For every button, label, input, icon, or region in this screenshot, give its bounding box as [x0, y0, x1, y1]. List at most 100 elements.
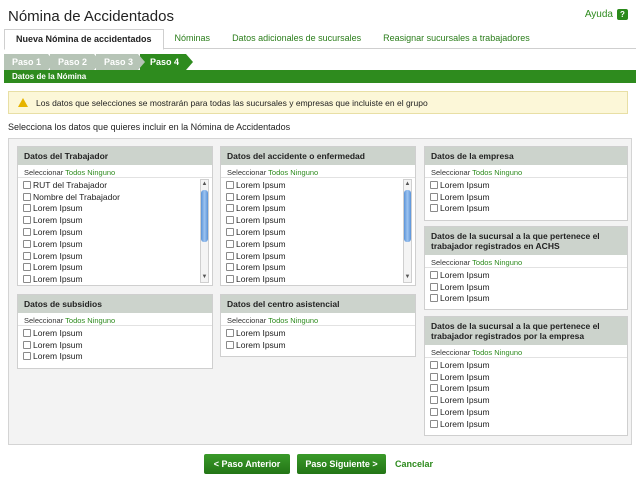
- scroll-up-icon[interactable]: ▲: [201, 180, 208, 189]
- checkbox-item[interactable]: Lorem Ipsum: [226, 273, 415, 285]
- checkbox[interactable]: [23, 192, 31, 201]
- checkbox-item[interactable]: Lorem Ipsum: [23, 238, 212, 250]
- checkbox-item[interactable]: Lorem Ipsum: [23, 327, 212, 339]
- select-none-link[interactable]: Ninguno: [87, 316, 115, 325]
- checkbox-item[interactable]: Lorem Ipsum: [23, 273, 212, 285]
- checkbox[interactable]: [23, 239, 31, 248]
- checkbox-item[interactable]: Lorem Ipsum: [23, 351, 212, 363]
- checkbox-item[interactable]: Lorem Ipsum: [226, 191, 415, 203]
- checkbox[interactable]: [23, 251, 31, 260]
- select-all-link[interactable]: Todos: [472, 168, 492, 177]
- scroll-thumb[interactable]: [201, 190, 208, 242]
- checkbox[interactable]: [226, 204, 234, 213]
- checkbox[interactable]: [430, 384, 438, 393]
- step-2[interactable]: Paso 2: [50, 54, 101, 70]
- checkbox[interactable]: [23, 228, 31, 237]
- checkbox-item[interactable]: Lorem Ipsum: [226, 327, 415, 339]
- checkbox[interactable]: [226, 328, 234, 337]
- checkbox-item[interactable]: Lorem Ipsum: [226, 238, 415, 250]
- checkbox[interactable]: [226, 228, 234, 237]
- select-all-link[interactable]: Todos: [65, 316, 85, 325]
- step-1[interactable]: Paso 1: [4, 54, 55, 70]
- checkbox[interactable]: [23, 340, 31, 349]
- checkbox-item[interactable]: Lorem Ipsum: [226, 214, 415, 226]
- select-all-link[interactable]: Todos: [268, 168, 288, 177]
- checkbox-item[interactable]: Lorem Ipsum: [23, 250, 212, 262]
- checkbox[interactable]: [430, 204, 438, 213]
- select-all-link[interactable]: Todos: [472, 258, 492, 267]
- select-none-link[interactable]: Ninguno: [494, 258, 522, 267]
- select-all-link[interactable]: Todos: [65, 168, 85, 177]
- checkbox[interactable]: [23, 204, 31, 213]
- checkbox-item[interactable]: Lorem Ipsum: [23, 203, 212, 215]
- checkbox[interactable]: [226, 340, 234, 349]
- scrollbar[interactable]: ▲ ▼: [403, 179, 412, 283]
- checkbox[interactable]: [430, 360, 438, 369]
- checkbox-item[interactable]: Lorem Ipsum: [430, 371, 627, 383]
- select-none-link[interactable]: Ninguno: [290, 316, 318, 325]
- checkbox[interactable]: [23, 216, 31, 225]
- checkbox-item[interactable]: Lorem Ipsum: [430, 203, 627, 215]
- checkbox[interactable]: [226, 180, 234, 189]
- checkbox[interactable]: [226, 192, 234, 201]
- cancel-link[interactable]: Cancelar: [395, 459, 433, 469]
- checkbox[interactable]: [226, 275, 234, 284]
- scroll-thumb[interactable]: [404, 190, 411, 242]
- scroll-down-icon[interactable]: ▼: [404, 273, 411, 282]
- scroll-down-icon[interactable]: ▼: [201, 273, 208, 282]
- checkbox-item[interactable]: Lorem Ipsum: [226, 226, 415, 238]
- checkbox[interactable]: [430, 192, 438, 201]
- checkbox-item[interactable]: Lorem Ipsum: [430, 293, 627, 305]
- checkbox-item[interactable]: Lorem Ipsum: [430, 406, 627, 418]
- help-link[interactable]: Ayuda ?: [585, 9, 628, 20]
- checkbox[interactable]: [226, 239, 234, 248]
- checkbox[interactable]: [430, 419, 438, 428]
- question-icon[interactable]: ?: [617, 9, 628, 20]
- checkbox[interactable]: [430, 408, 438, 417]
- checkbox-item[interactable]: Lorem Ipsum: [23, 339, 212, 351]
- scrollbar[interactable]: ▲ ▼: [200, 179, 209, 283]
- checkbox-item[interactable]: Lorem Ipsum: [23, 262, 212, 274]
- checkbox[interactable]: [23, 275, 31, 284]
- checkbox-item[interactable]: Lorem Ipsum: [226, 250, 415, 262]
- checkbox-item[interactable]: Lorem Ipsum: [430, 418, 627, 430]
- tab-reasignar-sucursales[interactable]: Reasignar sucursales a trabajadores: [372, 29, 541, 49]
- checkbox[interactable]: [226, 216, 234, 225]
- checkbox-item[interactable]: Lorem Ipsum: [430, 179, 627, 191]
- checkbox-item[interactable]: Lorem Ipsum: [226, 179, 415, 191]
- next-step-button[interactable]: Paso Siguiente >: [297, 454, 386, 474]
- checkbox[interactable]: [226, 251, 234, 260]
- checkbox-item[interactable]: Lorem Ipsum: [430, 269, 627, 281]
- checkbox-item[interactable]: Lorem Ipsum: [430, 191, 627, 203]
- checkbox-item[interactable]: Lorem Ipsum: [226, 262, 415, 274]
- checkbox-item[interactable]: Lorem Ipsum: [226, 203, 415, 215]
- select-none-link[interactable]: Ninguno: [87, 168, 115, 177]
- select-none-link[interactable]: Ninguno: [494, 168, 522, 177]
- tab-nueva-nomina[interactable]: Nueva Nómina de accidentados: [4, 29, 164, 50]
- checkbox[interactable]: [430, 270, 438, 279]
- checkbox[interactable]: [430, 180, 438, 189]
- checkbox[interactable]: [430, 372, 438, 381]
- tab-datos-adicionales[interactable]: Datos adicionales de sucursales: [221, 29, 372, 49]
- select-all-link[interactable]: Todos: [268, 316, 288, 325]
- select-none-link[interactable]: Ninguno: [290, 168, 318, 177]
- checkbox[interactable]: [23, 263, 31, 272]
- select-all-link[interactable]: Todos: [472, 348, 492, 357]
- checkbox[interactable]: [23, 352, 31, 361]
- select-none-link[interactable]: Ninguno: [494, 348, 522, 357]
- checkbox-item[interactable]: Lorem Ipsum: [430, 383, 627, 395]
- checkbox-item[interactable]: Nombre del Trabajador: [23, 191, 212, 203]
- step-3[interactable]: Paso 3: [96, 54, 145, 70]
- checkbox-item[interactable]: Lorem Ipsum: [430, 359, 627, 371]
- tab-nominas[interactable]: Nóminas: [164, 29, 222, 49]
- previous-step-button[interactable]: < Paso Anterior: [204, 454, 290, 474]
- checkbox-item[interactable]: Lorem Ipsum: [430, 281, 627, 293]
- checkbox-item[interactable]: Lorem Ipsum: [226, 339, 415, 351]
- checkbox[interactable]: [430, 396, 438, 405]
- checkbox-item[interactable]: RUT del Trabajador: [23, 179, 212, 191]
- checkbox[interactable]: [23, 328, 31, 337]
- checkbox-item[interactable]: Lorem Ipsum: [430, 394, 627, 406]
- checkbox[interactable]: [23, 180, 31, 189]
- checkbox[interactable]: [430, 282, 438, 291]
- checkbox-item[interactable]: Lorem Ipsum: [23, 214, 212, 226]
